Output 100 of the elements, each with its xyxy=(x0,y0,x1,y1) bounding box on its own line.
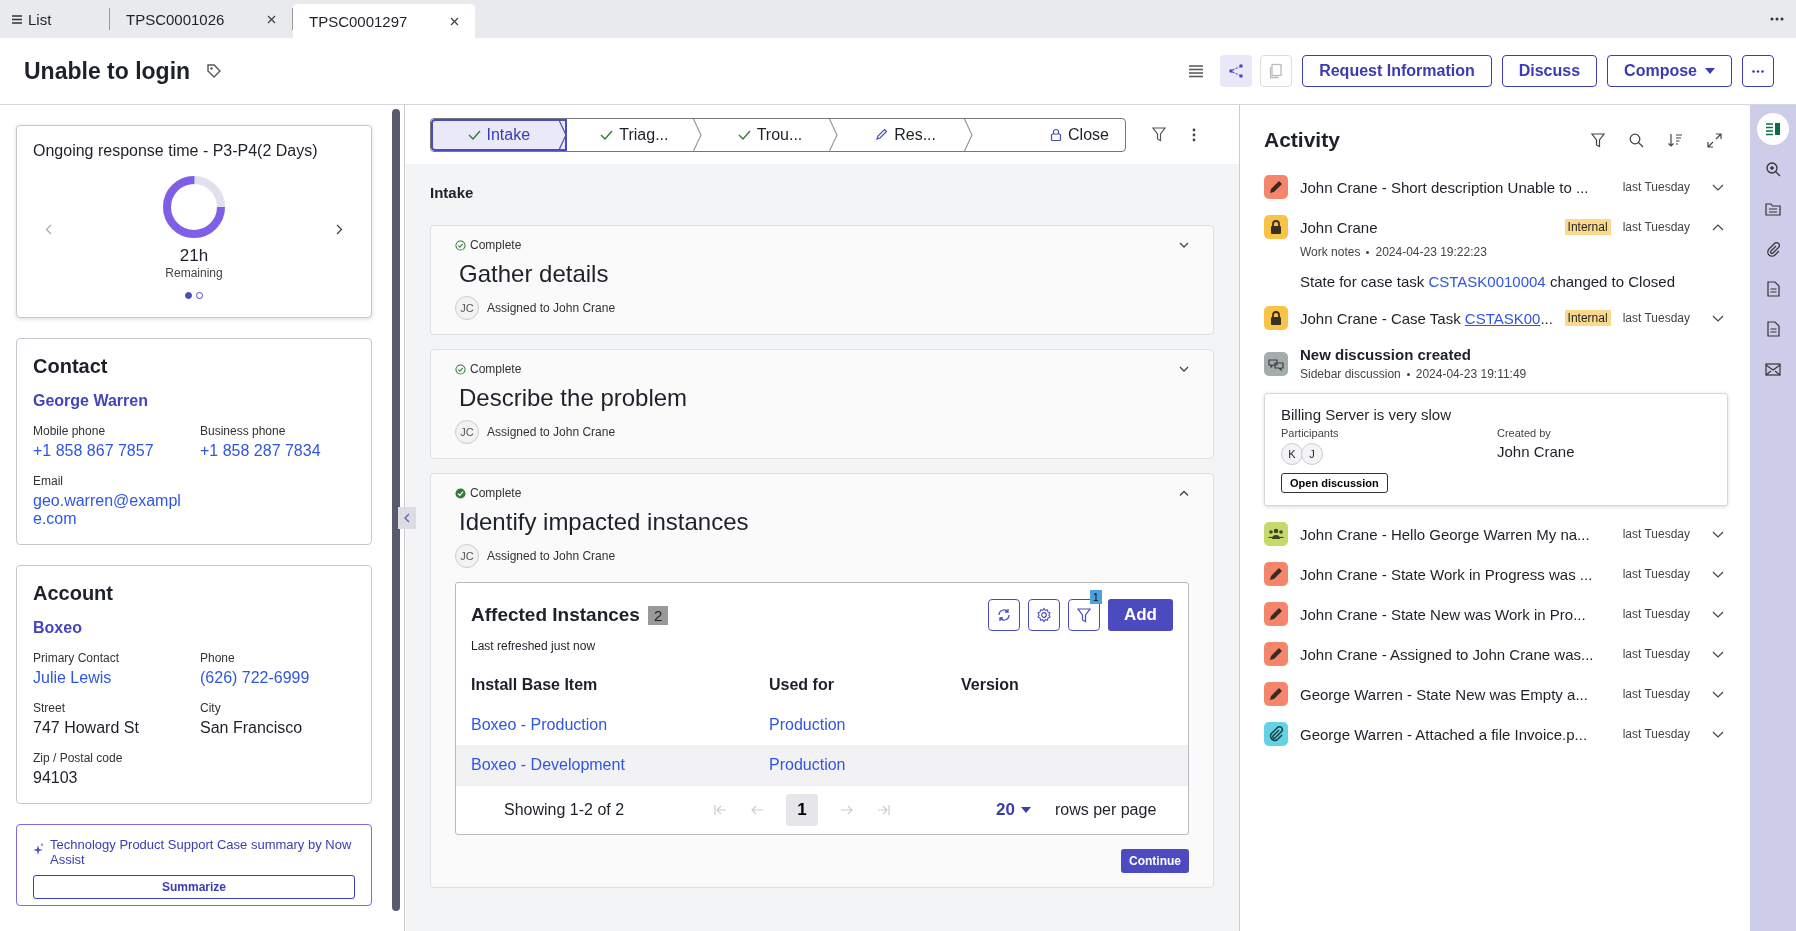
sparkle-icon xyxy=(33,843,44,855)
case-title: Unable to login xyxy=(24,57,191,85)
field-link[interactable]: (626) 722-6999 xyxy=(200,669,355,687)
page-size-dropdown[interactable]: 20 xyxy=(990,799,1037,821)
account-name-link[interactable]: Boxeo xyxy=(33,619,82,637)
activity-body: State for case task CSTASK0010004 changed to Closed xyxy=(1300,273,1676,290)
document-icon xyxy=(1766,281,1780,297)
stage-step[interactable]: Triag... xyxy=(566,118,703,151)
initials-avatar: JC xyxy=(455,420,479,444)
activity-time: last Tuesday xyxy=(1622,567,1690,581)
expand-icon[interactable] xyxy=(1707,132,1722,148)
activity-text: George Warren - State New was Empty a... xyxy=(1300,685,1589,703)
chevron-icon[interactable] xyxy=(1179,242,1189,248)
sla-title: Ongoing response time - P3-P4(2 Days) xyxy=(33,142,319,160)
filter-icon[interactable] xyxy=(1591,132,1605,148)
table-link[interactable]: Boxeo - Development xyxy=(471,756,625,774)
separator-dot xyxy=(1406,372,1410,376)
field-label: Primary Contact xyxy=(33,651,121,665)
step-divider xyxy=(556,118,567,151)
view-button[interactable] xyxy=(1220,55,1253,87)
activity-title: Activity xyxy=(1264,128,1340,152)
summarize-button[interactable]: Summarize xyxy=(33,875,355,899)
page-size-label: rows per page xyxy=(1054,801,1157,819)
chevron-icon[interactable] xyxy=(1712,223,1724,231)
search-icon[interactable] xyxy=(1629,132,1644,148)
check-icon xyxy=(467,129,481,140)
stage-step[interactable]: Close xyxy=(973,118,1125,151)
activity-text: New discussion created xyxy=(1300,346,1472,363)
paperclip-icon xyxy=(1766,241,1780,257)
check-circle-icon xyxy=(455,487,466,499)
assignee-text: Assigned to John Crane xyxy=(487,301,616,315)
initials-avatar: JC xyxy=(455,544,479,568)
lock-icon xyxy=(1050,128,1063,141)
next-icon[interactable] xyxy=(336,224,343,235)
task-title: Describe the problem xyxy=(459,384,689,412)
table-row[interactable]: Boxeo - Production Production xyxy=(456,705,1188,745)
field-label: Mobile phone xyxy=(33,424,107,438)
activity-text: John Crane - Assigned to John Crane was... xyxy=(1300,645,1595,663)
check-icon xyxy=(600,129,614,140)
close-icon[interactable] xyxy=(450,16,459,26)
scrollbar[interactable] xyxy=(392,109,400,911)
table-link[interactable]: Production xyxy=(769,716,846,734)
pencil-icon xyxy=(875,128,889,141)
field-label: Zip / Postal code xyxy=(33,751,124,765)
action-button[interactable]: Request Information xyxy=(1302,55,1492,87)
more-icon[interactable] xyxy=(1192,127,1196,142)
table-row[interactable]: Boxeo - Development Production xyxy=(456,745,1188,785)
settings-button[interactable] xyxy=(1027,599,1060,631)
count-badge: 2 xyxy=(647,605,669,625)
record-tab[interactable]: TPSC0001297 xyxy=(293,4,475,38)
refresh-button[interactable] xyxy=(987,599,1020,631)
chevron-icon[interactable] xyxy=(1712,183,1724,191)
chevron-icon[interactable] xyxy=(1712,690,1724,698)
activity-type: Sidebar discussion xyxy=(1300,367,1401,381)
table-link[interactable]: Production xyxy=(769,756,846,774)
page-dot[interactable] xyxy=(185,292,192,299)
open-discussion-button[interactable]: Open discussion xyxy=(1281,473,1388,493)
task-link[interactable]: CSTASK0010004 xyxy=(1428,273,1546,290)
contact-name-link[interactable]: George Warren xyxy=(33,392,148,410)
chevron-icon[interactable] xyxy=(1712,610,1724,618)
stage-step[interactable]: Intake xyxy=(431,118,567,151)
activity-time: last Tuesday xyxy=(1622,220,1690,234)
record-tab[interactable]: List xyxy=(0,8,110,30)
chevron-icon[interactable] xyxy=(1712,730,1724,738)
sort-icon[interactable] xyxy=(1668,132,1683,148)
tag-icon[interactable] xyxy=(206,63,223,79)
chevron-icon[interactable] xyxy=(1179,490,1189,496)
stage-step[interactable]: Res... xyxy=(837,118,974,151)
chevron-icon[interactable] xyxy=(1712,570,1724,578)
close-icon[interactable] xyxy=(267,14,276,24)
filter-icon[interactable] xyxy=(1152,127,1166,142)
chevron-icon[interactable] xyxy=(1712,650,1724,658)
filter-button[interactable] xyxy=(1067,599,1100,631)
action-button[interactable]: Discuss xyxy=(1501,55,1598,87)
chevron-icon[interactable] xyxy=(1712,530,1724,538)
field-link[interactable]: Julie Lewis xyxy=(33,669,188,687)
field-link[interactable]: +1 858 867 7857 xyxy=(33,442,188,460)
continue-button[interactable]: Continue xyxy=(1121,849,1189,873)
filter-count-badge: 1 xyxy=(1089,590,1102,604)
stage-step[interactable]: Trou... xyxy=(702,118,838,151)
more-button[interactable] xyxy=(1742,55,1774,87)
task-link[interactable]: CSTASK00 xyxy=(1464,309,1541,327)
activity-time: last Tuesday xyxy=(1622,180,1690,194)
activity-time: last Tuesday xyxy=(1622,311,1690,325)
folder-icon xyxy=(1765,202,1781,216)
panel-title: Affected Instances xyxy=(471,604,640,626)
activity-time: last Tuesday xyxy=(1622,527,1690,541)
chevron-icon[interactable] xyxy=(1179,366,1189,372)
action-button[interactable]: Compose xyxy=(1607,55,1732,87)
activity-time: last Tuesday xyxy=(1622,647,1690,661)
page-button[interactable]: 1 xyxy=(786,794,818,826)
column-header: Used for xyxy=(769,676,834,694)
field-link[interactable]: +1 858 287 7834 xyxy=(200,442,355,460)
add-button[interactable]: Add xyxy=(1107,599,1173,631)
chevron-icon[interactable] xyxy=(1712,314,1724,322)
table-link[interactable]: Boxeo - Production xyxy=(471,716,608,734)
field-link[interactable]: geo.warren@example.com xyxy=(33,492,188,528)
more-icon[interactable] xyxy=(1770,17,1784,21)
activity-stream-button[interactable] xyxy=(1757,113,1789,145)
showing-count: Showing 1-2 of 2 xyxy=(504,801,626,819)
